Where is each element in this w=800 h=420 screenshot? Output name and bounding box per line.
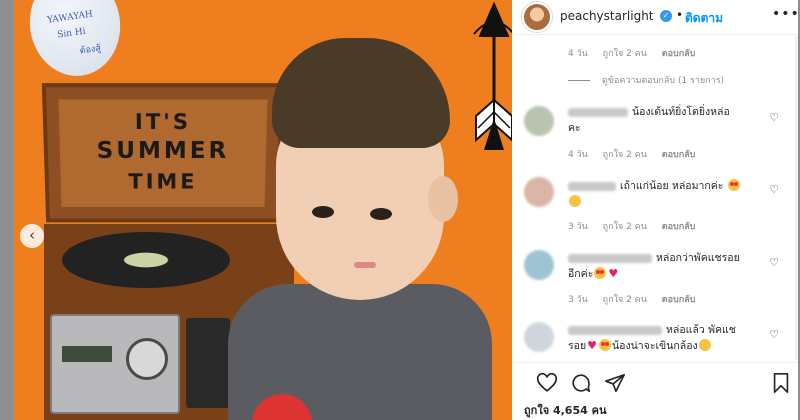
comment-heart-icon[interactable]: ♡ — [768, 112, 780, 124]
bookmark-icon[interactable] — [770, 372, 792, 394]
lid-text-line: IT'S — [134, 109, 192, 135]
comment-body: คะ — [568, 122, 581, 134]
reply-button[interactable]: ตอบกลับ — [662, 295, 696, 305]
comment-body: หล่อกว่าพัคแชรอย — [656, 252, 740, 264]
comment-body: น้องเต้นท์ยิ่งโตยิ่งหล่อ — [632, 106, 730, 118]
boy-eye — [370, 208, 392, 220]
boy-eye — [312, 206, 334, 218]
comment-text: หล่อแล้ว พัคแช รอย♥ น้องน่าจะเขินกล้อง — [568, 322, 758, 354]
scrollbar[interactable] — [795, 36, 798, 360]
red-heart-emoji: ♥ — [608, 267, 619, 280]
view-replies-button[interactable]: ดูข้อความตอบกลับ (1 รายการ) — [568, 73, 724, 87]
comment-body: น้องน่าจะเขินกล้อง — [611, 340, 698, 352]
record-player-lid: IT'S SUMMER TIME — [41, 83, 285, 223]
sticker-doodle: YAWAYAH — [46, 9, 94, 26]
comment-meta: 3 วัน ถูกใจ 2 คน ตอบกลับ — [568, 219, 707, 233]
comment-likes[interactable]: ถูกใจ 2 คน — [603, 150, 647, 160]
heart-eyes-emoji — [598, 339, 611, 351]
lid-text-line: SUMMER — [96, 138, 230, 164]
comment-avatar[interactable] — [524, 106, 554, 136]
comment-avatar[interactable] — [524, 177, 554, 207]
comments-panel: peachystarlight ✓ • ติดตาม ••• 4 วัน ถูก… — [512, 0, 800, 420]
comment-time: 3 วัน — [568, 222, 588, 232]
reply-button[interactable]: ตอบกลับ — [662, 222, 696, 232]
chevron-left-icon[interactable]: ‹ — [20, 224, 44, 248]
heart-eyes-emoji — [727, 179, 740, 191]
likes-count[interactable]: ถูกใจ 4,654 คน — [524, 401, 606, 419]
verified-icon: ✓ — [660, 10, 672, 22]
view-replies-label: ดูข้อความตอบกลับ (1 รายการ) — [602, 76, 725, 86]
comment-body: อีกค่ะ — [568, 268, 594, 280]
comment-body: หล่อแล้ว พัคแช — [666, 324, 736, 336]
comment-text: น้องเต้นท์ยิ่งโตยิ่งหล่อ คะ — [568, 104, 758, 136]
reply-button[interactable]: ตอบกลับ — [662, 150, 696, 160]
actions-divider — [512, 362, 798, 363]
comment-text: หล่อกว่าพัคแชรอย อีกค่ะ ♥ — [568, 250, 758, 282]
lid-text-line: TIME — [128, 169, 198, 194]
comment-time: 4 วัน — [568, 49, 588, 59]
replies-line — [568, 80, 590, 81]
comment-heart-icon[interactable]: ♡ — [768, 329, 780, 341]
comment-time: 3 วัน — [568, 295, 588, 305]
speaker — [186, 318, 230, 408]
sticker-doodle: Sin Hi — [56, 26, 87, 41]
comment-meta: 3 วัน ถูกใจ 2 คน ตอบกลับ — [568, 292, 707, 306]
comment-avatar[interactable] — [524, 322, 554, 352]
red-heart-emoji: ♥ — [587, 339, 597, 352]
heart-icon[interactable] — [536, 372, 558, 394]
comment-likes[interactable]: ถูกใจ 2 คน — [603, 49, 647, 59]
radio-console — [50, 314, 180, 414]
arrow-doodle — [473, 1, 512, 150]
post-dialog: YAWAYAH Sin Hi ต้องสู้ IT'S SUMMER TIME — [14, 0, 800, 420]
comment-time: 4 วัน — [568, 150, 588, 160]
header-divider — [512, 34, 798, 35]
comment-heart-icon[interactable]: ♡ — [768, 257, 780, 269]
comment-icon[interactable] — [570, 372, 592, 394]
share-icon[interactable] — [604, 372, 626, 394]
separator-dot: • — [676, 8, 684, 22]
comment-heart-icon[interactable]: ♡ — [768, 184, 780, 196]
comment-text: เถ้าแก่น้อย หล่อมากค่ะ — [568, 178, 758, 210]
wall-sticker: YAWAYAH Sin Hi ต้องสู้ — [23, 0, 127, 82]
commenter-name[interactable] — [568, 253, 652, 263]
boy-ear — [428, 176, 458, 222]
grin-emoji — [698, 339, 711, 351]
commenter-name[interactable] — [568, 325, 662, 335]
sticker-doodle: ต้องสู้ — [79, 43, 102, 57]
comment-avatar[interactable] — [524, 250, 554, 280]
grin-emoji — [569, 195, 581, 207]
commenter-name[interactable] — [568, 181, 616, 191]
comment-meta: 4 วัน ถูกใจ 2 คน ตอบกลับ — [568, 46, 707, 60]
comment-likes[interactable]: ถูกใจ 2 คน — [603, 295, 647, 305]
heart-eyes-emoji — [594, 267, 607, 279]
comment-body: เถ้าแก่น้อย หล่อมากค่ะ — [620, 180, 724, 192]
commenter-name[interactable] — [568, 107, 628, 117]
comment-body: รอย — [568, 340, 587, 352]
username-link[interactable]: peachystarlight — [560, 9, 654, 23]
follow-button[interactable]: ติดตาม — [685, 9, 723, 28]
boy-hair — [272, 38, 450, 148]
vinyl-record — [62, 232, 230, 288]
avatar[interactable] — [522, 2, 552, 32]
comment-likes[interactable]: ถูกใจ 2 คน — [603, 222, 647, 232]
boy-mouth — [354, 262, 376, 268]
comment-meta: 4 วัน ถูกใจ 2 คน ตอบกลับ — [568, 147, 707, 161]
reply-button[interactable]: ตอบกลับ — [662, 49, 696, 59]
post-photo: YAWAYAH Sin Hi ต้องสู้ IT'S SUMMER TIME — [14, 0, 512, 420]
post-header: peachystarlight ✓ • ติดตาม ••• — [512, 0, 800, 34]
more-icon[interactable]: ••• — [772, 6, 800, 22]
